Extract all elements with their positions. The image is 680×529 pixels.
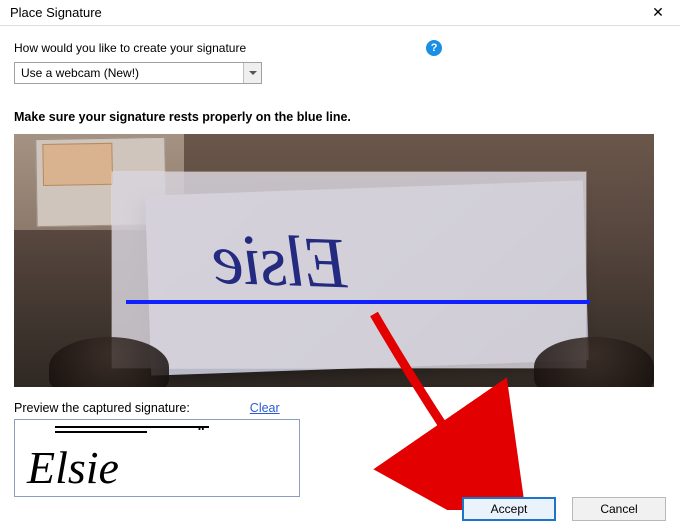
preview-noise-mark: " [197, 424, 205, 442]
select-dropdown-button[interactable] [243, 63, 261, 83]
capture-overlay [112, 172, 586, 368]
help-icon[interactable]: ? [426, 40, 442, 56]
webcam-feed: Elsie [14, 134, 654, 387]
webcam-hand-right [534, 337, 654, 387]
blue-baseline [126, 300, 590, 304]
titlebar: Place Signature ✕ [0, 0, 680, 26]
preview-signature-text: Elsie [27, 441, 119, 494]
window-title: Place Signature [10, 5, 102, 20]
chevron-down-icon [249, 71, 257, 75]
preview-noise [55, 426, 209, 438]
preview-label: Preview the captured signature: [14, 401, 190, 415]
accept-button[interactable]: Accept [462, 497, 556, 521]
dialog-footer: Accept Cancel [462, 497, 666, 521]
create-method-value: Use a webcam (New!) [15, 66, 243, 80]
create-method-prompt: How would you like to create your signat… [14, 41, 246, 55]
close-button[interactable]: ✕ [644, 4, 672, 21]
webcam-instruction: Make sure your signature rests properly … [14, 110, 666, 124]
webcam-signature: Elsie [213, 218, 350, 306]
signature-preview: " Elsie [14, 419, 300, 497]
cancel-button[interactable]: Cancel [572, 497, 666, 521]
clear-link[interactable]: Clear [250, 401, 280, 415]
create-method-select[interactable]: Use a webcam (New!) [14, 62, 262, 84]
